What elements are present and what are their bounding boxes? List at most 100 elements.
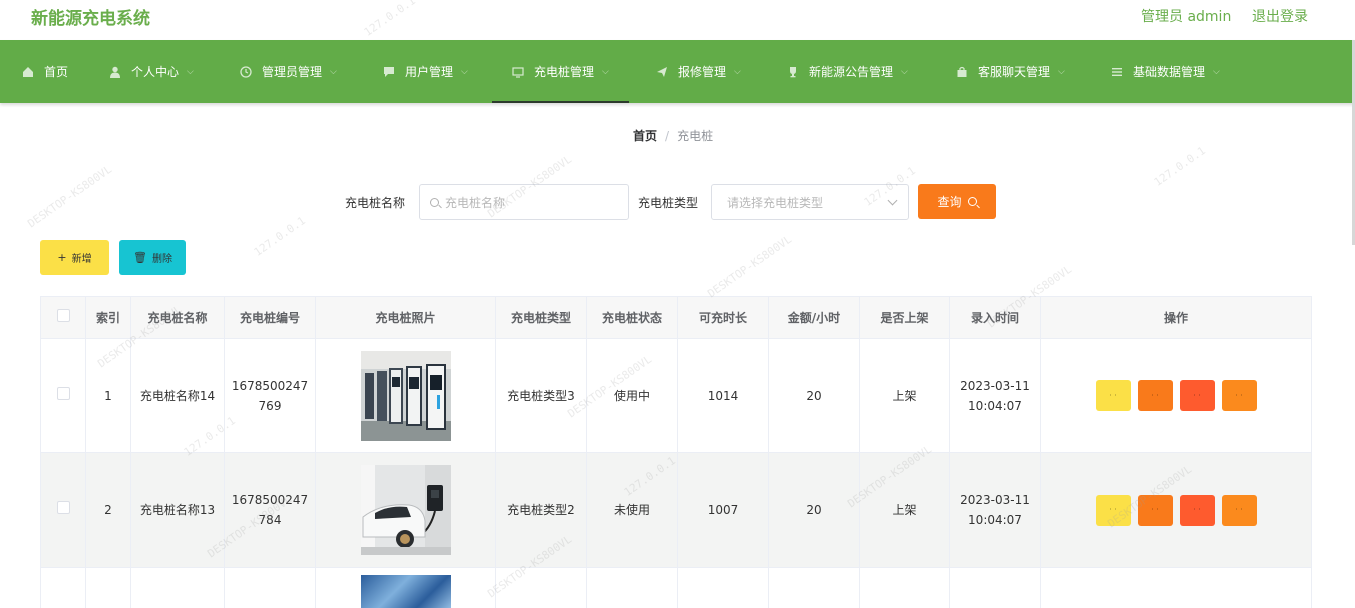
select-all-checkbox[interactable] bbox=[56, 308, 70, 322]
column-header: 充电桩名称 bbox=[130, 296, 225, 339]
price-cell: 20 bbox=[768, 452, 860, 568]
row-checkbox[interactable] bbox=[56, 386, 70, 400]
view-button[interactable]: · · bbox=[1095, 494, 1131, 526]
row-select-cell bbox=[40, 338, 86, 453]
code-cell: 1678500247769 bbox=[224, 338, 316, 453]
column-header: 充电桩状态 bbox=[586, 296, 678, 339]
chevron-down-icon: ⌵ bbox=[461, 66, 468, 77]
nav-item-basic-data-management[interactable]: 基础数据管理 ⌵ bbox=[1111, 40, 1220, 103]
user-icon bbox=[110, 66, 120, 78]
photo-cell bbox=[315, 338, 496, 453]
column-header: 录入时间 bbox=[949, 296, 1041, 339]
nav-item-repair-management[interactable]: 报修管理 ⌵ bbox=[656, 40, 741, 103]
column-header: 金额/小时 bbox=[768, 296, 860, 339]
edit-button[interactable]: · · bbox=[1137, 380, 1173, 411]
admin-username: 管理员 admin bbox=[1141, 9, 1232, 25]
home-icon bbox=[23, 66, 33, 77]
index-cell: 1 bbox=[85, 338, 131, 453]
chevron-down-icon bbox=[887, 195, 898, 206]
view-button[interactable]: · · bbox=[1095, 380, 1131, 411]
nav-label: 首页 bbox=[44, 65, 69, 79]
breadcrumb-separator: / bbox=[665, 129, 670, 143]
row-select-cell bbox=[40, 567, 86, 608]
type-search-label: 充电桩类型 bbox=[638, 196, 699, 210]
delete-row-button[interactable]: · · bbox=[1179, 380, 1215, 411]
table-row bbox=[40, 567, 1312, 608]
search-icon bbox=[967, 197, 977, 206]
more-button[interactable]: · · bbox=[1221, 494, 1257, 526]
plus-icon: + bbox=[57, 251, 67, 264]
column-header: 索引 bbox=[85, 296, 131, 339]
nav-label: 客服聊天管理 bbox=[978, 65, 1051, 79]
column-header: 是否上架 bbox=[859, 296, 950, 339]
row-actions: · · · · · · · · bbox=[1045, 380, 1307, 411]
nav-item-charging-pile-management[interactable]: 充电桩管理 ⌵ bbox=[492, 40, 629, 103]
chevron-down-icon: ⌵ bbox=[1213, 66, 1220, 77]
app-title: 新能源充电系统 bbox=[31, 9, 150, 29]
more-button[interactable]: · · bbox=[1221, 380, 1257, 411]
nav-item-announcement-management[interactable]: 新能源公告管理 ⌵ bbox=[787, 40, 908, 103]
chevron-down-icon: ⌵ bbox=[901, 66, 908, 77]
operations-cell: · · · · · · · · bbox=[1040, 452, 1312, 568]
search-icon bbox=[430, 197, 439, 207]
nav-item-user-management[interactable]: 用户管理 ⌵ bbox=[383, 40, 468, 103]
nav-item-admin-management[interactable]: 管理员管理 ⌵ bbox=[240, 40, 337, 103]
car-charging-photo bbox=[360, 465, 451, 555]
add-button[interactable]: + 新增 bbox=[40, 240, 109, 275]
query-button[interactable]: 查询 bbox=[918, 184, 996, 219]
name-search-placeholder: 充电桩名称 bbox=[445, 195, 506, 210]
row-checkbox[interactable] bbox=[56, 501, 70, 514]
photo-cell bbox=[315, 452, 496, 568]
screen-icon bbox=[512, 66, 524, 78]
photo-cell bbox=[315, 567, 496, 608]
duration-cell: 1014 bbox=[677, 338, 769, 453]
type-select-placeholder: 请选择充电桩类型 bbox=[727, 195, 824, 210]
column-header: 充电桩编号 bbox=[224, 296, 316, 339]
created-cell: 2023-03-11 10:04:07 bbox=[949, 338, 1041, 453]
nav-label: 用户管理 bbox=[405, 65, 454, 79]
delete-row-button[interactable]: · · bbox=[1179, 494, 1215, 526]
select-all-cell bbox=[40, 296, 86, 339]
type-cell: 充电桩类型2 bbox=[495, 452, 587, 568]
breadcrumb: 首页 / 充电桩 bbox=[633, 127, 713, 144]
type-select[interactable]: 请选择充电桩类型 bbox=[711, 184, 909, 220]
chevron-down-icon: ⌵ bbox=[602, 66, 609, 77]
status-cell: 使用中 bbox=[586, 338, 678, 453]
duration-cell: 1007 bbox=[677, 452, 769, 568]
nav-label: 新能源公告管理 bbox=[809, 65, 894, 79]
column-header: 充电桩类型 bbox=[495, 296, 587, 339]
main-nav: 首页 个人中心 ⌵ 管理员管理 ⌵ 用户管理 ⌵ 充电桩管理 ⌵ 报修管理 ⌵ … bbox=[0, 40, 1355, 103]
nav-item-personal-center[interactable]: 个人中心 ⌵ bbox=[109, 40, 194, 103]
nav-label: 个人中心 bbox=[131, 65, 180, 79]
nav-label: 基础数据管理 bbox=[1133, 65, 1206, 79]
nav-item-home[interactable]: 首页 bbox=[22, 40, 68, 103]
delete-button[interactable]: 🗑 删除 bbox=[119, 240, 186, 275]
charging-station-photo bbox=[360, 350, 451, 441]
charging-pile-table: 索引 充电桩名称 充电桩编号 充电桩照片 充电桩类型 充电桩状态 可充时长 金额… bbox=[40, 296, 1312, 608]
table-row: 1 充电桩名称14 1678500247769 充电桩类型3 使用中 1014 … bbox=[40, 338, 1312, 453]
logout-link[interactable]: 退出登录 bbox=[1252, 6, 1308, 26]
chevron-down-icon: ⌵ bbox=[734, 66, 741, 77]
nav-item-customer-chat-management[interactable]: 客服聊天管理 ⌵ bbox=[956, 40, 1065, 103]
edit-button[interactable]: · · bbox=[1137, 494, 1173, 526]
watermark: 127.0.0.1 bbox=[251, 214, 308, 259]
breadcrumb-home[interactable]: 首页 bbox=[633, 129, 657, 143]
delete-button-label: 删除 bbox=[151, 254, 172, 265]
chevron-down-icon: ⌵ bbox=[1058, 66, 1065, 77]
add-button-label: 新增 bbox=[71, 254, 92, 265]
nav-label: 报修管理 bbox=[678, 65, 727, 79]
index-cell: 2 bbox=[85, 452, 131, 568]
chat-icon bbox=[384, 66, 394, 77]
name-cell: 充电桩名称14 bbox=[130, 338, 225, 453]
name-search-input[interactable]: 充电桩名称 bbox=[419, 184, 629, 220]
table-header-row: 索引 充电桩名称 充电桩编号 充电桩照片 充电桩类型 充电桩状态 可充时长 金额… bbox=[40, 296, 1312, 339]
bag-icon bbox=[957, 66, 967, 77]
breadcrumb-current: 充电桩 bbox=[677, 129, 714, 143]
created-cell: 2023-03-11 10:04:07 bbox=[949, 452, 1041, 568]
row-actions: · · · · · · · · bbox=[1045, 494, 1307, 526]
table-row: 2 充电桩名称13 1678500247784 充电桩类型2 未使用 1007 … bbox=[40, 452, 1312, 568]
name-search-label: 充电桩名称 bbox=[345, 196, 406, 210]
name-cell: 充电桩名称13 bbox=[130, 452, 225, 568]
send-icon bbox=[657, 66, 667, 77]
column-header: 充电桩照片 bbox=[315, 296, 496, 339]
